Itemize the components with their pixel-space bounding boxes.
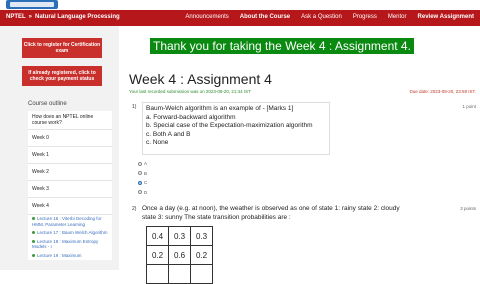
question-2-text: Once a day (e.g. at noon), the weather i… xyxy=(142,205,400,221)
question-1-points: 1 point xyxy=(462,104,476,109)
outline-item-week-0[interactable]: Week 0 xyxy=(28,130,112,147)
nav-links: Announcements About the Course Ask a Que… xyxy=(174,14,474,20)
register-certification-button[interactable]: Click to register for Certification exam xyxy=(22,38,102,58)
top-bar xyxy=(0,0,480,10)
matrix-cell xyxy=(168,264,191,284)
breadcrumb-separator: » xyxy=(28,14,33,20)
outline-item-week-1[interactable]: Week 1 xyxy=(28,147,112,164)
outline-item-week-4[interactable]: Week 4 xyxy=(28,198,112,215)
option-b[interactable]: B xyxy=(138,169,147,179)
matrix-cell: 0.2 xyxy=(146,245,169,265)
radio-button[interactable] xyxy=(138,161,142,166)
question-line: c. None xyxy=(146,139,169,146)
radio-button[interactable] xyxy=(138,190,142,195)
completed-dot-icon xyxy=(32,217,35,221)
breadcrumb-course[interactable]: Natural Language Processing xyxy=(35,14,120,20)
completed-dot-icon xyxy=(32,239,35,243)
option-c[interactable]: C xyxy=(138,178,147,188)
question-1-text: Baum-Welch algorithm is an example of - … xyxy=(142,102,330,155)
question-line: c. Both A and B xyxy=(146,130,191,138)
nav-announcements[interactable]: Announcements xyxy=(185,14,228,20)
option-a[interactable]: A xyxy=(138,159,147,169)
matrix-row: 0.2 0.6 0.2 xyxy=(146,245,213,265)
completed-dot-icon xyxy=(32,253,35,257)
lecture-link[interactable]: Lecture 19 : Maximum xyxy=(28,252,112,261)
radio-button-selected[interactable] xyxy=(138,180,142,185)
nav-ask-question[interactable]: Ask a Question xyxy=(301,14,342,20)
question-line: b. Special case of the Expectation-maxim… xyxy=(146,122,313,129)
breadcrumb: NPTEL» Natural Language Processing xyxy=(6,14,120,20)
option-d[interactable]: D xyxy=(138,188,147,198)
matrix-cell xyxy=(146,264,169,284)
matrix-row xyxy=(146,264,213,284)
question-line: a. Forward-backward algorithm xyxy=(146,113,236,121)
lecture-link[interactable]: Lecture 17 : Baum Welch Algorithm xyxy=(28,229,112,238)
radio-button[interactable] xyxy=(138,171,142,176)
course-outline-title: Course outline xyxy=(28,101,67,107)
navigation-bar: NPTEL» Natural Language Processing Announ… xyxy=(0,10,480,26)
lecture-link[interactable]: Lecture 18 : Maximum Entropy Models - I xyxy=(28,238,112,252)
nav-mentor[interactable]: Mentor xyxy=(388,14,407,20)
page-title: Week 4 : Assignment 4 xyxy=(129,71,272,87)
completed-dot-icon xyxy=(32,231,35,235)
matrix-cell: 0.6 xyxy=(168,245,191,265)
outline-item-week-2[interactable]: Week 2 xyxy=(28,164,112,181)
last-submission-text: Your last recorded submission was on 202… xyxy=(129,89,251,94)
question-2-points: 3 points xyxy=(460,206,476,211)
question-2-number: 2) xyxy=(132,206,137,212)
breadcrumb-nptel[interactable]: NPTEL xyxy=(6,14,26,20)
matrix-cell: 0.3 xyxy=(168,226,191,246)
question-line: Baum-Welch algorithm is an example of - … xyxy=(146,105,294,112)
nav-about-course[interactable]: About the Course xyxy=(240,14,290,20)
payment-status-button[interactable]: If already registered, click to check yo… xyxy=(22,66,102,86)
due-date-text: Due date: 2023-08-20, 23:59 IST. xyxy=(409,89,476,94)
submission-banner: Thank you for taking the Week 4 : Assign… xyxy=(150,38,414,54)
nptel-logo[interactable] xyxy=(6,0,58,9)
question-1-options: A B C D xyxy=(138,159,147,197)
transition-matrix: 0.4 0.3 0.3 0.2 0.6 0.2 xyxy=(146,226,213,284)
matrix-cell: 0.2 xyxy=(190,245,213,265)
matrix-cell: 0.3 xyxy=(190,226,213,246)
outline-item-how-it-works[interactable]: How does an NPTEL online course work? xyxy=(28,111,112,130)
matrix-cell xyxy=(190,264,213,284)
matrix-row: 0.4 0.3 0.3 xyxy=(146,226,213,246)
question-1-number: 1) xyxy=(132,104,137,110)
lecture-link[interactable]: Lecture 16 : Viterbi Decoding for HMM, P… xyxy=(28,215,112,229)
outline-item-week-3[interactable]: Week 3 xyxy=(28,181,112,198)
matrix-cell: 0.4 xyxy=(146,226,169,246)
nav-review-assignment[interactable]: Review Assignment xyxy=(418,14,474,20)
nav-progress[interactable]: Progress xyxy=(353,14,377,20)
course-outline: How does an NPTEL online course work? We… xyxy=(28,111,112,260)
